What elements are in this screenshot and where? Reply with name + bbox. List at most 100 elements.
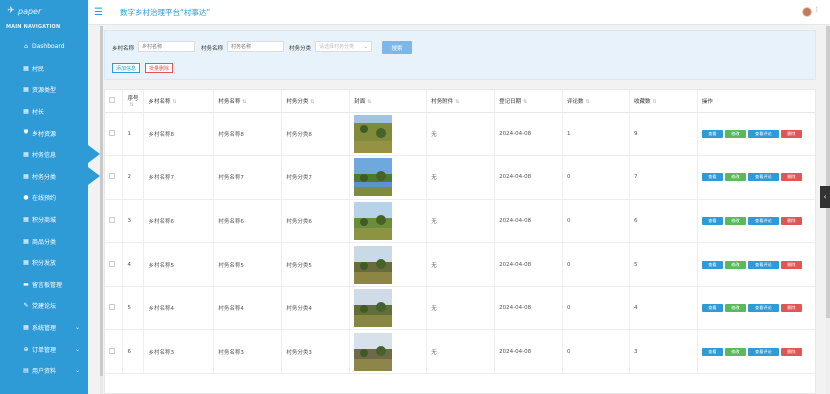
sort-icon[interactable]: ⇅ [242, 99, 246, 105]
row-checkbox-cell[interactable] [105, 286, 124, 331]
column-header-1[interactable]: 乡村名称 ⇅ [143, 90, 215, 113]
view-button[interactable]: 查看 [701, 216, 723, 225]
sidebar-item-label: 乡村资源 [32, 130, 57, 138]
row-checkbox-cell[interactable] [105, 112, 124, 157]
column-header-3[interactable]: 村务分类 ⇅ [281, 90, 351, 113]
sidebar-item-4[interactable]: ⛊ 乡村资源 [0, 122, 88, 144]
sort-icon[interactable]: ⇅ [129, 102, 133, 108]
row-checkbox[interactable] [109, 304, 115, 311]
sidebar-item-1[interactable]: ▦ 村民 [0, 58, 88, 80]
select-all-checkbox-cell[interactable] [105, 90, 124, 113]
delete-button[interactable]: 删除 [780, 347, 802, 356]
sort-icon[interactable]: ⇅ [310, 99, 314, 105]
sidebar-scrollbar[interactable] [100, 26, 103, 394]
sidebar-item-14[interactable]: ⊕ 订单管理 ⌄ [0, 338, 88, 360]
sort-icon[interactable]: ⇅ [172, 99, 176, 105]
row-checkbox[interactable] [109, 173, 115, 180]
column-header-8[interactable]: 收藏数 ⇅ [629, 90, 698, 113]
delete-button[interactable]: 删除 [780, 129, 802, 138]
cell-name: 村务名称4 [213, 286, 283, 331]
sidebar-item-5[interactable]: ▦ 村务信息 [0, 144, 100, 166]
column-header-0[interactable]: 序号⇅ [122, 90, 145, 113]
sidebar-item-11[interactable]: ▬ 留言板管理 [0, 274, 88, 296]
view-button[interactable]: 查看 [701, 173, 723, 182]
logo[interactable]: ✈ paper [0, 0, 88, 22]
row-checkbox-cell[interactable] [105, 242, 124, 287]
edit-button[interactable]: 修改 [724, 173, 746, 182]
view-button[interactable]: 查看 [701, 347, 723, 356]
cell-name-text: 村务名称5 [218, 262, 244, 269]
user-menu-icon[interactable]: ⋮ [814, 6, 820, 13]
delete-button[interactable]: 删除 [780, 216, 802, 225]
sidebar-item-13[interactable]: ▦ 系统管理 ⌄ [0, 317, 88, 339]
sort-icon[interactable]: ⇅ [455, 99, 459, 105]
row-checkbox[interactable] [109, 216, 115, 223]
delete-button[interactable]: 删除 [780, 260, 802, 269]
row-checkbox[interactable] [109, 347, 115, 354]
column-header-6[interactable]: 登记日期 ⇅ [494, 90, 564, 113]
sidebar-item-2[interactable]: ▦ 资源类型 [0, 79, 88, 101]
select-all-checkbox[interactable] [109, 96, 115, 103]
cover-image[interactable] [354, 158, 426, 197]
edit-button[interactable]: 修改 [724, 260, 746, 269]
cover-image[interactable] [354, 114, 426, 153]
sidebar-item-15[interactable]: ▤ 用户资料 ⌄ [0, 360, 88, 382]
sidebar-item-9[interactable]: ▦ 商品分类 [0, 230, 88, 252]
edit-button[interactable]: 修改 [724, 304, 746, 313]
avatar[interactable] [802, 7, 812, 17]
sidebar-item-7[interactable]: ● 在线预约 [0, 187, 88, 209]
sidebar-item-10[interactable]: ▦ 积分发放 [0, 252, 88, 274]
category-select[interactable]: 请选择村务分类 ⌄ [315, 41, 372, 52]
search-button[interactable]: 搜索 [382, 41, 412, 54]
view-reviews-button[interactable]: 查看评论 [747, 304, 779, 313]
view-reviews-button[interactable]: 查看评论 [747, 173, 779, 182]
row-checkbox[interactable] [109, 260, 115, 267]
row-checkbox-cell[interactable] [105, 155, 124, 200]
sidebar-item-0[interactable]: ⌂ Dashboard [0, 36, 88, 58]
row-checkbox[interactable] [109, 129, 115, 136]
side-panel-toggle-icon[interactable]: ‹ [820, 186, 830, 208]
sidebar-item-8[interactable]: ▦ 积分商城 [0, 209, 88, 231]
view-button[interactable]: 查看 [701, 304, 723, 313]
edit-button[interactable]: 修改 [724, 216, 746, 225]
edit-button[interactable]: 修改 [724, 129, 746, 138]
menu-toggle-icon[interactable]: ☰ [94, 7, 106, 18]
view-reviews-button[interactable]: 查看评论 [747, 129, 779, 138]
row-checkbox-cell[interactable] [105, 199, 124, 244]
column-header-2[interactable]: 村务名称 ⇅ [213, 90, 283, 113]
grid-icon: ▦ [23, 237, 29, 245]
view-reviews-button[interactable]: 查看评论 [747, 260, 779, 269]
search-panel: 乡村名称 村务名称 村务分类 请选择村务分类 ⌄ 搜索 添加信息 批量删除 [104, 30, 816, 80]
view-reviews-button[interactable]: 查看评论 [747, 216, 779, 225]
sidebar-item-12[interactable]: ✎ 党建论坛 [0, 295, 88, 317]
cell-name-text: 村务名称8 [218, 131, 244, 138]
sort-icon[interactable]: ⇅ [367, 99, 371, 105]
cover-image[interactable] [354, 289, 426, 328]
sort-icon[interactable]: ⇅ [586, 99, 590, 105]
cover-image[interactable] [354, 332, 426, 371]
sort-icon[interactable]: ⇅ [523, 99, 527, 105]
row-checkbox-cell[interactable] [105, 329, 124, 375]
cover-image[interactable] [354, 245, 426, 284]
affair-name-input[interactable] [227, 41, 284, 52]
sidebar-item-3[interactable]: ▦ 村长 [0, 101, 88, 123]
page-scrollbar[interactable] [826, 26, 830, 394]
view-button[interactable]: 查看 [701, 129, 723, 138]
add-button[interactable]: 添加信息 [112, 63, 141, 73]
sort-icon[interactable]: ⇅ [653, 99, 657, 105]
cell-date: 2024-04-08 [494, 329, 564, 375]
column-header-7[interactable]: 评论数 ⇅ [562, 90, 630, 113]
village-name-input[interactable] [138, 41, 195, 52]
column-header-5[interactable]: 村务附件 ⇅ [426, 90, 496, 113]
column-header-4[interactable]: 封面 ⇅ [349, 90, 428, 113]
view-reviews-button[interactable]: 查看评论 [747, 347, 779, 356]
cover-image[interactable] [354, 201, 426, 240]
cell-attachment-text: 无 [431, 262, 437, 269]
bulk-delete-button[interactable]: 批量删除 [145, 63, 174, 73]
edit-button[interactable]: 修改 [724, 347, 746, 356]
cell-actions: 查看 修改 查看评论 删除 [697, 155, 815, 200]
delete-button[interactable]: 删除 [780, 173, 802, 182]
view-button[interactable]: 查看 [701, 260, 723, 269]
cell-cover [349, 199, 428, 244]
delete-button[interactable]: 删除 [780, 304, 802, 313]
